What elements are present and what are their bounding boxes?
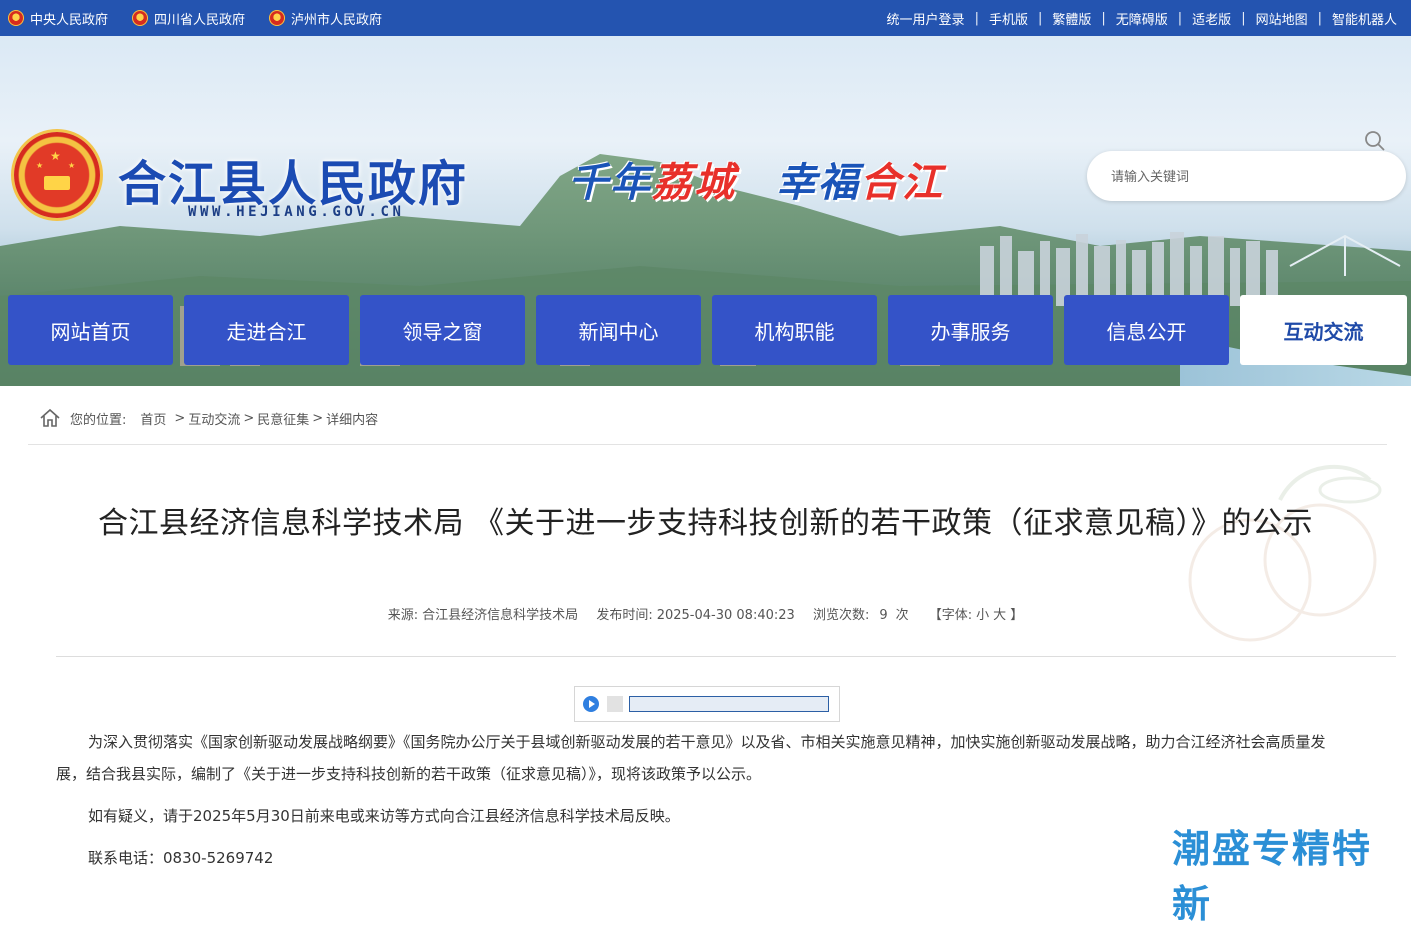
gov-link-central[interactable]: 中央人民政府 xyxy=(8,9,108,28)
star-icon: ★ xyxy=(36,161,44,170)
nav-item-services[interactable]: 办事服务 xyxy=(888,295,1053,365)
paragraph: 如有疑义，请于2025年5月30日前来电或来访等方式向合江县经济信息科学技术局反… xyxy=(88,807,680,825)
national-emblem-icon xyxy=(132,10,149,26)
corner-brand-watermark: 潮盛专精特新 xyxy=(1172,827,1373,926)
national-emblem-icon xyxy=(8,10,24,26)
article-body: 为深入贯彻落实《国家创新驱动发展战略纲要》《国务院办公厅关于县域创新驱动发展的若… xyxy=(56,726,1336,884)
traditional-link[interactable]: 繁體版 xyxy=(1052,9,1091,28)
gov-link-label: 泸州市人民政府 xyxy=(291,12,383,28)
utility-links: 统一用户登录 | 手机版 | 繁體版 | 无障碍版 | 适老版 | 网站地图 |… xyxy=(887,0,1397,36)
nav-item-leaders[interactable]: 领导之窗 xyxy=(360,295,525,365)
article-title: 合江县经济信息科学技术局 《关于进一步支持科技创新的若干政策（征求意见稿）》的公… xyxy=(97,506,1314,541)
slogan: 千年荔城 幸福合江 xyxy=(568,150,944,208)
login-link[interactable]: 统一用户登录 xyxy=(887,9,965,28)
slogan-part: 幸福 xyxy=(776,160,860,206)
divider xyxy=(56,656,1396,657)
breadcrumb-separator: > xyxy=(174,410,186,426)
nav-item-interaction[interactable]: 互动交流 xyxy=(1240,295,1407,365)
breadcrumb-current: 详细内容 xyxy=(326,412,379,428)
mobile-link[interactable]: 手机版 xyxy=(989,9,1028,28)
views-label: 浏览次数: xyxy=(812,608,870,623)
views-value: 9 xyxy=(879,608,888,623)
slogan-part: 千年 xyxy=(568,160,652,206)
star-icon: ★ xyxy=(50,149,61,163)
date-value: 2025-04-30 08:40:23 xyxy=(656,608,795,623)
home-icon xyxy=(40,408,60,427)
site-url: WWW.HEJIANG.GOV.CN xyxy=(188,204,405,220)
gov-links: 中央人民政府 四川省人民政府 泸州市人民政府 xyxy=(8,0,406,36)
stop-icon[interactable] xyxy=(607,696,623,712)
paragraph: 联系电话：0830-5269742 xyxy=(88,849,274,867)
font-label-end: 】 xyxy=(1010,608,1024,623)
paragraph: 为深入贯彻落实《国家创新驱动发展战略纲要》《国务院办公厅关于县域创新驱动发展的若… xyxy=(56,733,1326,783)
star-icon: ★ xyxy=(68,161,76,170)
separator: | xyxy=(1317,10,1322,26)
nav-item-home[interactable]: 网站首页 xyxy=(8,295,173,365)
nav-item-about[interactable]: 走进合江 xyxy=(184,295,349,365)
separator: | xyxy=(1177,10,1183,26)
tiananmen-icon xyxy=(44,176,70,190)
source-label: 来源: xyxy=(387,608,419,623)
accessibility-link[interactable]: 无障碍版 xyxy=(1116,9,1168,28)
breadcrumb: 您的位置: 首页 > 互动交流 > 民意征集 > 详细内容 xyxy=(38,404,378,432)
nav-item-news[interactable]: 新闻中心 xyxy=(536,295,701,365)
nav-item-institutions[interactable]: 机构职能 xyxy=(712,295,877,365)
search-box xyxy=(1087,151,1406,201)
separator: | xyxy=(1101,10,1106,26)
play-icon[interactable] xyxy=(583,696,599,712)
elderly-link[interactable]: 适老版 xyxy=(1192,9,1231,28)
national-emblem-logo: ★ ★ ★ xyxy=(14,132,100,218)
audio-player xyxy=(574,686,840,722)
date-label: 发布时间: xyxy=(596,608,653,623)
breadcrumb-separator: > xyxy=(312,410,324,426)
lychee-watermark-icon xyxy=(1188,464,1382,642)
views-unit: 次 xyxy=(895,608,909,623)
font-small-button[interactable]: 小 xyxy=(976,608,989,623)
top-bar: 中央人民政府 四川省人民政府 泸州市人民政府 统一用户登录 | 手机版 | 繁體… xyxy=(0,0,1411,36)
article-meta: 来源: 合江县经济信息科学技术局 发布时间: 2025-04-30 08:40:23… xyxy=(0,604,1411,623)
gov-link-luzhou[interactable]: 泸州市人民政府 xyxy=(269,9,382,28)
gov-link-sichuan[interactable]: 四川省人民政府 xyxy=(132,9,245,28)
slogan-part: 合江 xyxy=(860,160,944,206)
breadcrumb-prefix: 您的位置: xyxy=(70,412,127,428)
gov-link-label: 中央人民政府 xyxy=(30,12,109,28)
separator: | xyxy=(1241,10,1246,26)
breadcrumb-home[interactable]: 首页 xyxy=(140,409,166,428)
search-icon[interactable] xyxy=(1364,130,1386,152)
font-label: 【字体: xyxy=(928,608,973,623)
separator: | xyxy=(1037,10,1043,26)
main-nav: 网站首页 走进合江 领导之窗 新闻中心 机构职能 办事服务 信息公开 互动交流 xyxy=(8,295,1408,365)
breadcrumb-separator: > xyxy=(243,410,255,426)
gov-link-label: 四川省人民政府 xyxy=(154,12,246,28)
national-emblem-icon xyxy=(269,10,286,26)
search-input[interactable] xyxy=(1109,165,1353,189)
separator: | xyxy=(974,10,979,26)
sitemap-link[interactable]: 网站地图 xyxy=(1256,9,1308,28)
robot-link[interactable]: 智能机器人 xyxy=(1332,9,1397,28)
source-value: 合江县经济信息科学技术局 xyxy=(422,608,579,623)
slogan-part: 荔城 xyxy=(652,160,736,206)
breadcrumb-survey[interactable]: 民意征集 xyxy=(257,409,309,428)
breadcrumb-interaction[interactable]: 互动交流 xyxy=(188,409,240,428)
nav-item-disclosure[interactable]: 信息公开 xyxy=(1064,295,1229,365)
audio-progress-bar[interactable] xyxy=(629,696,829,712)
font-large-button[interactable]: 大 xyxy=(993,608,1006,623)
